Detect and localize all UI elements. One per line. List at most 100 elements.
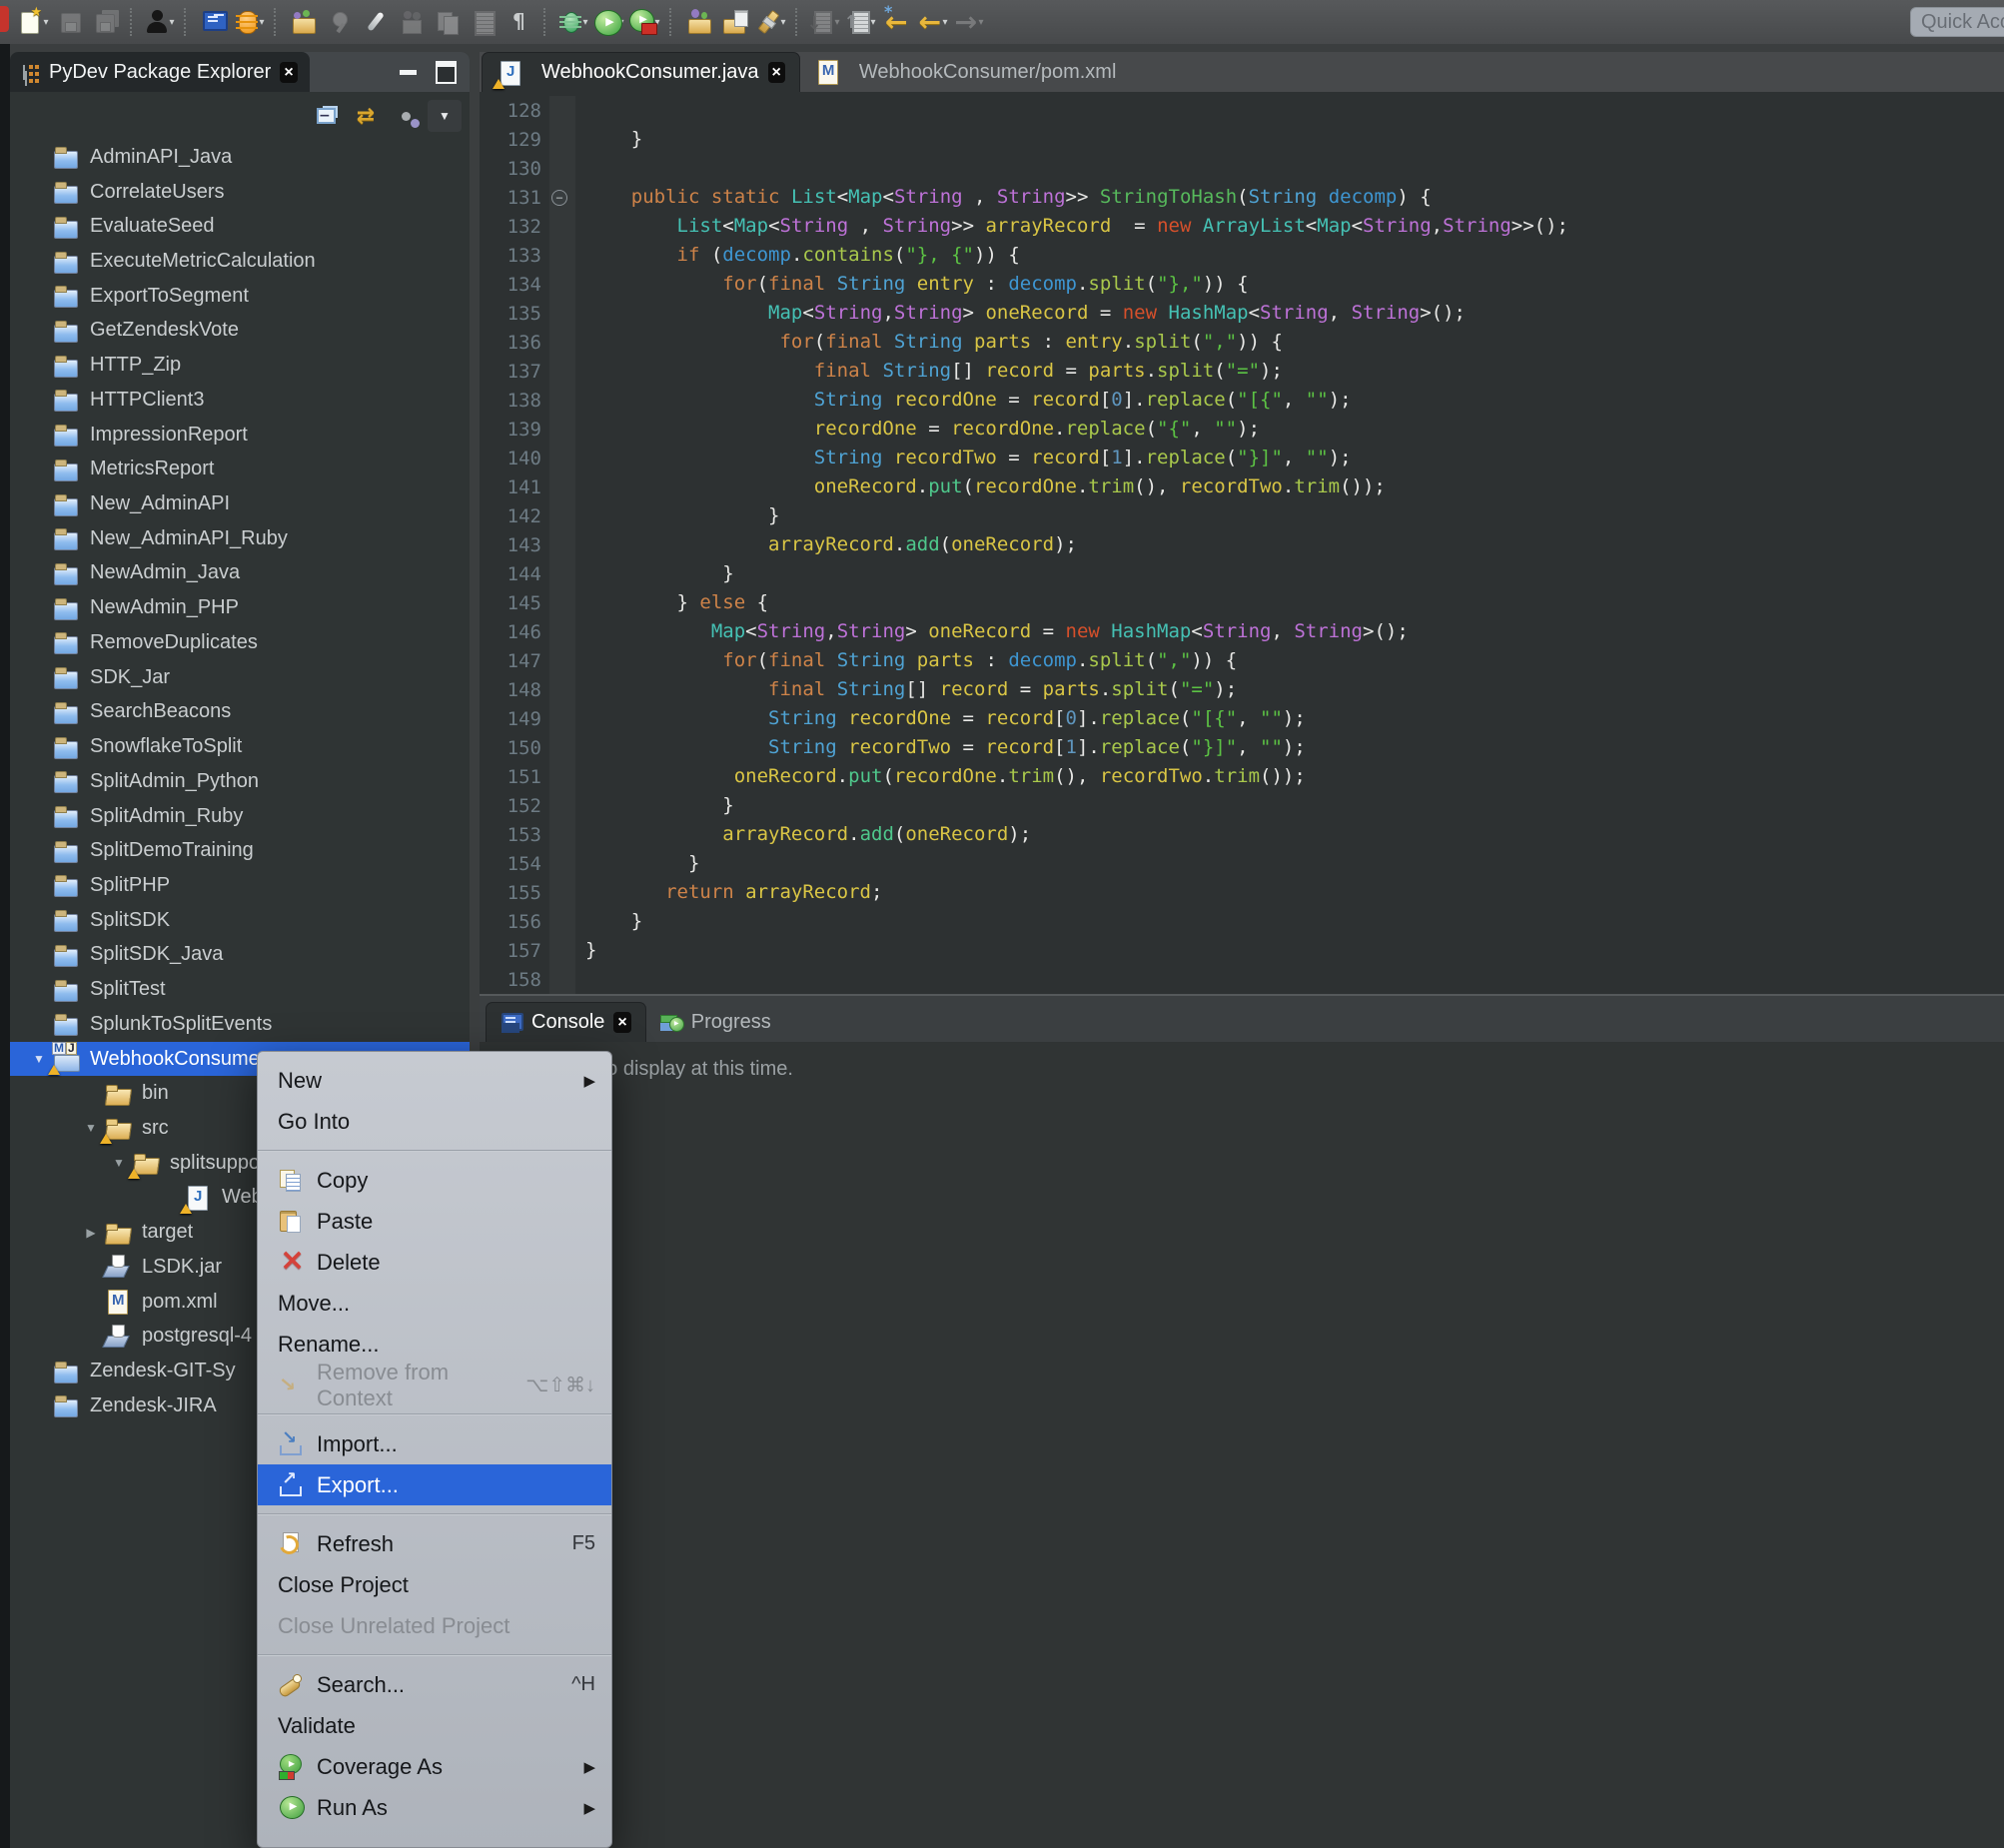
- open-resource-button[interactable]: [681, 4, 717, 40]
- external-tools-button[interactable]: ▾: [627, 4, 663, 40]
- tree-item-http-zip[interactable]: HTTP_Zip: [10, 348, 470, 383]
- show-whitespace-button[interactable]: [501, 4, 537, 40]
- tree-item-executemetriccalculation[interactable]: ExecuteMetricCalculation: [10, 244, 470, 279]
- tree-item-httpclient3[interactable]: HTTPClient3: [10, 383, 470, 418]
- tree-item-splunktosplitevents[interactable]: SplunkToSplitEvents: [10, 1007, 470, 1042]
- menu-item-import[interactable]: Import...: [258, 1423, 611, 1464]
- tree-item-snowflaketosplit[interactable]: SnowflakeToSplit: [10, 729, 470, 764]
- tree-item-splitdemotraining[interactable]: SplitDemoTraining: [10, 833, 470, 868]
- code-token: static: [711, 186, 780, 208]
- close-icon[interactable]: ×: [768, 62, 785, 83]
- tree-item-splitadmin-ruby[interactable]: SplitAdmin_Ruby: [10, 799, 470, 834]
- tree-item-label: NewAdmin_PHP: [90, 596, 239, 619]
- menu-item-close-project[interactable]: Close Project: [258, 1564, 611, 1605]
- maximize-button[interactable]: [432, 60, 460, 84]
- tab-pydev-package-explorer[interactable]: PyDev Package Explorer ×: [10, 52, 310, 92]
- code-token: List: [677, 215, 723, 237]
- code-token: );: [1054, 533, 1077, 555]
- code-token: else: [699, 591, 745, 613]
- menu-item-move[interactable]: Move...: [258, 1283, 611, 1324]
- menu-separator: [258, 1505, 611, 1523]
- tree-item-splitadmin-python[interactable]: SplitAdmin_Python: [10, 764, 470, 799]
- menu-item-go-into[interactable]: Go Into: [258, 1101, 611, 1142]
- tree-item-adminapi-java[interactable]: AdminAPI_Java: [10, 140, 470, 175]
- context-menu: New▶Go IntoCopyPasteDeleteMove...Rename.…: [257, 1051, 612, 1848]
- menu-item-refresh[interactable]: RefreshF5: [258, 1523, 611, 1564]
- fold-collapse-icon[interactable]: −: [551, 190, 567, 206]
- menu-item-coverage-as[interactable]: Coverage As▶: [258, 1746, 611, 1787]
- tree-item-new-adminapi-ruby[interactable]: New_AdminAPI_Ruby: [10, 521, 470, 556]
- link-with-editor-button[interactable]: [348, 100, 384, 132]
- project-icon: [52, 698, 82, 726]
- code-token: [837, 707, 848, 729]
- code-token: =: [1054, 360, 1088, 382]
- code-token: [: [1100, 389, 1111, 411]
- new-wizard-icon: [17, 8, 45, 36]
- tree-item-removeduplicates[interactable]: RemoveDuplicates: [10, 625, 470, 660]
- tab-console[interactable]: Console ×: [486, 1002, 646, 1042]
- line-number: 136: [480, 332, 549, 354]
- tree-item-splittest[interactable]: SplitTest: [10, 972, 470, 1007]
- menu-item-paste[interactable]: Paste: [258, 1201, 611, 1242]
- tree-item-splitphp[interactable]: SplitPHP: [10, 868, 470, 903]
- tree-item-evaluateseed[interactable]: EvaluateSeed: [10, 209, 470, 244]
- debug-button[interactable]: ▾: [555, 4, 591, 40]
- minimize-button[interactable]: [394, 60, 422, 84]
- tab-progress[interactable]: Progress: [646, 1002, 785, 1042]
- last-edit-location-button[interactable]: [879, 4, 915, 40]
- tree-item-exporttosegment[interactable]: ExportToSegment: [10, 279, 470, 314]
- project-icon: [52, 317, 82, 345]
- tab-webhookconsumer-java[interactable]: WebhookConsumer.java ×: [482, 52, 800, 92]
- menu-item-validate[interactable]: Validate: [258, 1705, 611, 1746]
- code-token: record: [985, 360, 1054, 382]
- code-token: String: [1294, 620, 1363, 642]
- focus-task-button[interactable]: [388, 100, 424, 132]
- previous-annotation-button[interactable]: ▾: [843, 4, 879, 40]
- tree-item-splitsdk[interactable]: SplitSDK: [10, 903, 470, 938]
- tree-item-metricsreport[interactable]: MetricsReport: [10, 452, 470, 486]
- collapse-all-button[interactable]: [308, 100, 344, 132]
- new-button[interactable]: ▾: [16, 4, 52, 40]
- annotate-button[interactable]: ▾: [753, 4, 789, 40]
- user-profile-button[interactable]: ▾: [142, 4, 178, 40]
- code-token: [905, 649, 916, 671]
- menu-item-delete[interactable]: Delete: [258, 1242, 611, 1283]
- code-text: }: [575, 907, 642, 936]
- view-menu-button[interactable]: [428, 100, 462, 132]
- code-token: );: [1283, 736, 1306, 758]
- tree-item-searchbeacons[interactable]: SearchBeacons: [10, 695, 470, 730]
- close-icon[interactable]: ×: [280, 62, 297, 83]
- menu-item-label: Move...: [278, 1291, 350, 1317]
- menu-item-run-as[interactable]: Run As▶: [258, 1787, 611, 1828]
- mark-occurrences-button[interactable]: [358, 4, 394, 40]
- tab-webhookconsumer-pom-xml[interactable]: WebhookConsumer/pom.xml: [800, 52, 1131, 92]
- tree-item-getzendeskvote[interactable]: GetZendeskVote: [10, 314, 470, 349]
- tree-item-new-adminapi[interactable]: New_AdminAPI: [10, 486, 470, 521]
- back-button[interactable]: ▾: [915, 4, 951, 40]
- menu-item-new[interactable]: New▶: [258, 1060, 611, 1101]
- tree-item-label: MetricsReport: [90, 458, 214, 480]
- code-line: 144}: [480, 559, 2004, 588]
- menu-separator: [258, 1646, 611, 1664]
- remote-console-button[interactable]: [196, 4, 232, 40]
- menu-item-copy[interactable]: Copy: [258, 1160, 611, 1201]
- quick-access-box[interactable]: Quick Access: [1910, 7, 2004, 37]
- editor-tab-label: WebhookConsumer.java: [541, 61, 759, 84]
- tree-item-splitsdk-java[interactable]: SplitSDK_Java: [10, 938, 470, 973]
- code-editor[interactable]: 128129}130131−public static List<Map<Str…: [480, 92, 2004, 994]
- open-task-button[interactable]: [717, 4, 753, 40]
- run-button[interactable]: ▾: [591, 4, 627, 40]
- bug-report-button[interactable]: ▾: [232, 4, 268, 40]
- tree-item-newadmin-java[interactable]: NewAdmin_Java: [10, 556, 470, 591]
- tree-item-sdk-jar[interactable]: SDK_Jar: [10, 660, 470, 695]
- close-icon[interactable]: ×: [613, 1012, 630, 1033]
- tree-item-newadmin-php[interactable]: NewAdmin_PHP: [10, 590, 470, 625]
- tree-item-impressionreport[interactable]: ImpressionReport: [10, 418, 470, 453]
- tree-item-correlateusers[interactable]: CorrelateUsers: [10, 175, 470, 210]
- menu-item-search[interactable]: Search...^H: [258, 1664, 611, 1705]
- project-icon: [52, 871, 82, 899]
- open-type-button[interactable]: [286, 4, 322, 40]
- menu-item-export[interactable]: Export...: [258, 1464, 611, 1505]
- line-number: 156: [480, 911, 549, 933]
- code-token: trim: [1214, 765, 1260, 787]
